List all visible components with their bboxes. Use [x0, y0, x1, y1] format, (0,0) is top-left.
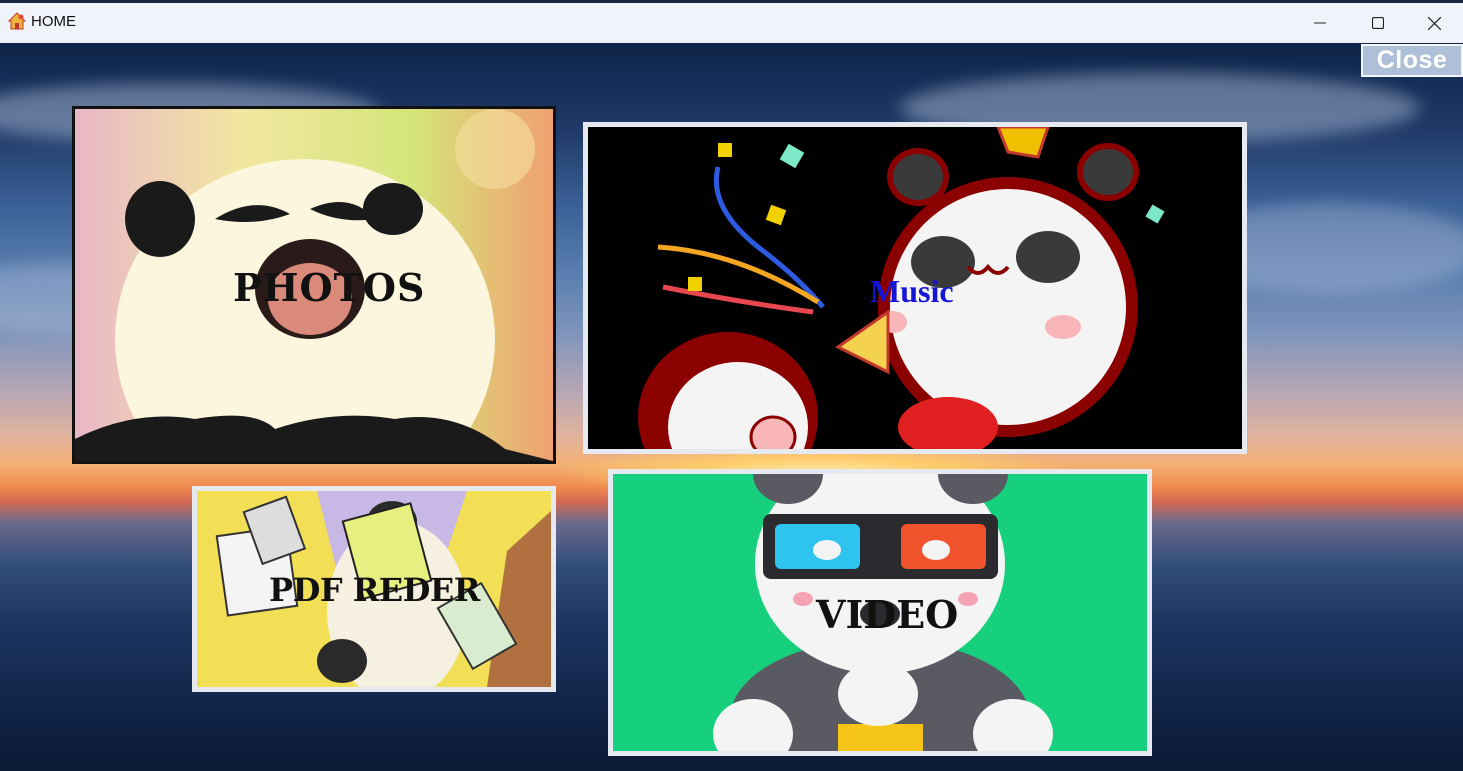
pdf-reader-tile[interactable]: PDF REDER: [192, 486, 556, 692]
maximize-icon: [1372, 17, 1384, 29]
video-label: VIDEO: [816, 592, 959, 637]
window-title: HOME: [31, 13, 76, 30]
close-icon: [1427, 16, 1441, 30]
pdf-reader-label: PDF REDER: [269, 571, 480, 609]
music-tile[interactable]: Music: [583, 122, 1247, 454]
maximize-button[interactable]: [1349, 3, 1407, 43]
minimize-button[interactable]: [1291, 3, 1349, 43]
window-titlebar: HOME: [0, 0, 1463, 43]
video-tile[interactable]: VIDEO: [608, 469, 1152, 756]
window-close-button[interactable]: [1405, 3, 1463, 43]
music-label: Music: [870, 273, 954, 309]
close-button[interactable]: Close: [1361, 44, 1463, 77]
photos-tile[interactable]: PHOTOS: [72, 106, 556, 464]
minimize-icon: [1314, 22, 1326, 24]
home-app-icon: [7, 12, 27, 30]
photos-label: PHOTOS: [233, 265, 426, 310]
